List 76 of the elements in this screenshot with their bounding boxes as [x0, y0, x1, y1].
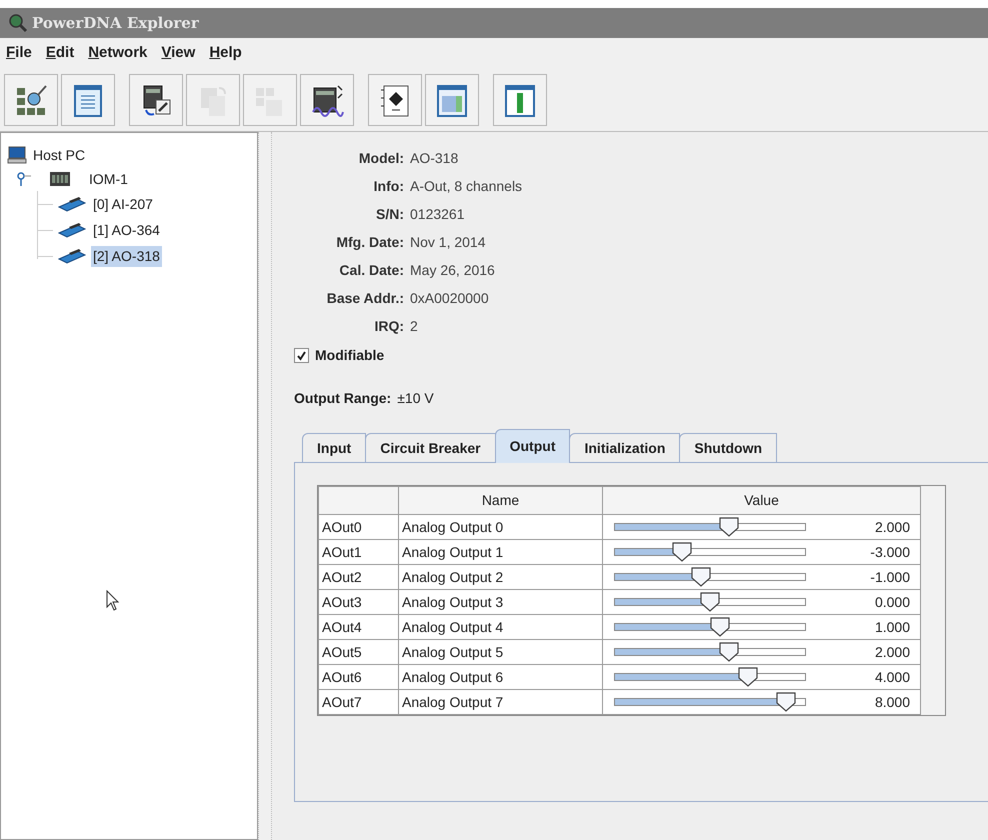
- slider-thumb[interactable]: [775, 692, 797, 712]
- field-value: A-Out, 8 channels: [410, 177, 524, 196]
- computer-icon: [7, 146, 27, 164]
- menu-item[interactable]: File: [6, 42, 32, 64]
- column-header[interactable]: Value: [602, 486, 920, 514]
- value-text: 1.000: [874, 618, 910, 636]
- field-value: AO-318: [410, 149, 460, 168]
- magnifier-icon: [8, 13, 28, 33]
- value-text: 8.000: [874, 692, 910, 712]
- tree-item[interactable]: Host PC: [31, 144, 88, 166]
- field-label: Model:: [358, 149, 404, 168]
- table-cell: AOut4: [318, 614, 398, 640]
- field-label: IRQ:: [373, 317, 404, 336]
- card-icon: [57, 221, 87, 239]
- card-icon: [57, 247, 87, 265]
- table-cell: Analog Output 2: [398, 564, 602, 590]
- field-label: Output Range:: [294, 389, 392, 408]
- toolbar-button[interactable]: [129, 74, 183, 126]
- toolbar-button[interactable]: [368, 74, 422, 126]
- slider-thumb[interactable]: [718, 517, 740, 537]
- field-value: Nov 1, 2014: [410, 233, 486, 252]
- table-cell: AOut0: [318, 514, 398, 540]
- tab[interactable]: Input: [302, 433, 366, 463]
- value-text: -1.000: [870, 568, 910, 586]
- menu-item[interactable]: Edit: [46, 42, 74, 64]
- slider-thumb[interactable]: [690, 567, 712, 587]
- checkbox-label: Modifiable: [315, 346, 384, 365]
- tab[interactable]: Output: [494, 429, 570, 463]
- field-label: Mfg. Date:: [335, 233, 404, 252]
- menu-item[interactable]: Help: [209, 42, 242, 64]
- field-value: 0123261: [410, 205, 466, 224]
- slider-thumb[interactable]: [737, 667, 759, 687]
- table-cell: Analog Output 7: [398, 690, 602, 714]
- checkbox[interactable]: [294, 348, 309, 363]
- table-cell: Analog Output 0: [398, 514, 602, 540]
- tree-item[interactable]: [1] AO-364: [91, 220, 162, 240]
- value-text: 4.000: [874, 668, 910, 686]
- menu-item[interactable]: Network: [88, 42, 148, 64]
- toolbar-button[interactable]: [300, 74, 354, 126]
- slider-thumb[interactable]: [718, 642, 740, 662]
- slider-thumb[interactable]: [699, 592, 721, 612]
- table-cell: AOut6: [318, 664, 398, 690]
- field-label: Cal. Date:: [338, 261, 404, 280]
- table-cell: Analog Output 5: [398, 640, 602, 664]
- field-value: 2: [410, 317, 419, 336]
- mouse-pointer-icon: [106, 590, 120, 612]
- field-value: ±10 V: [397, 389, 434, 408]
- slider-thumb[interactable]: [708, 617, 730, 637]
- tree-item[interactable]: IOM-1: [87, 168, 130, 190]
- card-icon: [57, 195, 87, 213]
- field-value: 0xA0020000: [410, 289, 490, 308]
- table-cell: Analog Output 1: [398, 540, 602, 564]
- field-label: S/N:: [375, 205, 404, 224]
- table-cell: AOut2: [318, 564, 398, 590]
- field-label: Info:: [372, 177, 404, 196]
- table-cell: AOut1: [318, 540, 398, 564]
- tree-item[interactable]: [0] AI-207: [91, 194, 155, 214]
- field-value: May 26, 2016: [410, 261, 496, 280]
- value-text: 2.000: [874, 518, 910, 536]
- tab[interactable]: Shutdown: [679, 433, 778, 463]
- table-cell: Analog Output 6: [398, 664, 602, 690]
- value-text: 2.000: [874, 642, 910, 662]
- rack-icon: [49, 171, 71, 187]
- slider-thumb[interactable]: [670, 542, 692, 562]
- column-header[interactable]: Name: [398, 486, 602, 514]
- tree-item[interactable]: [2] AO-318: [91, 246, 162, 266]
- window-title: PowerDNA Explorer: [32, 12, 199, 34]
- table-cell: AOut3: [318, 590, 398, 614]
- table-cell: Analog Output 4: [398, 614, 602, 640]
- menu-item[interactable]: View: [161, 42, 196, 64]
- value-text: -3.000: [870, 542, 910, 562]
- value-text: 0.000: [874, 592, 910, 612]
- table-cell: AOut5: [318, 640, 398, 664]
- table-cell: AOut7: [318, 690, 398, 714]
- field-label: Base Addr.:: [326, 289, 404, 308]
- table-cell: Analog Output 3: [398, 590, 602, 614]
